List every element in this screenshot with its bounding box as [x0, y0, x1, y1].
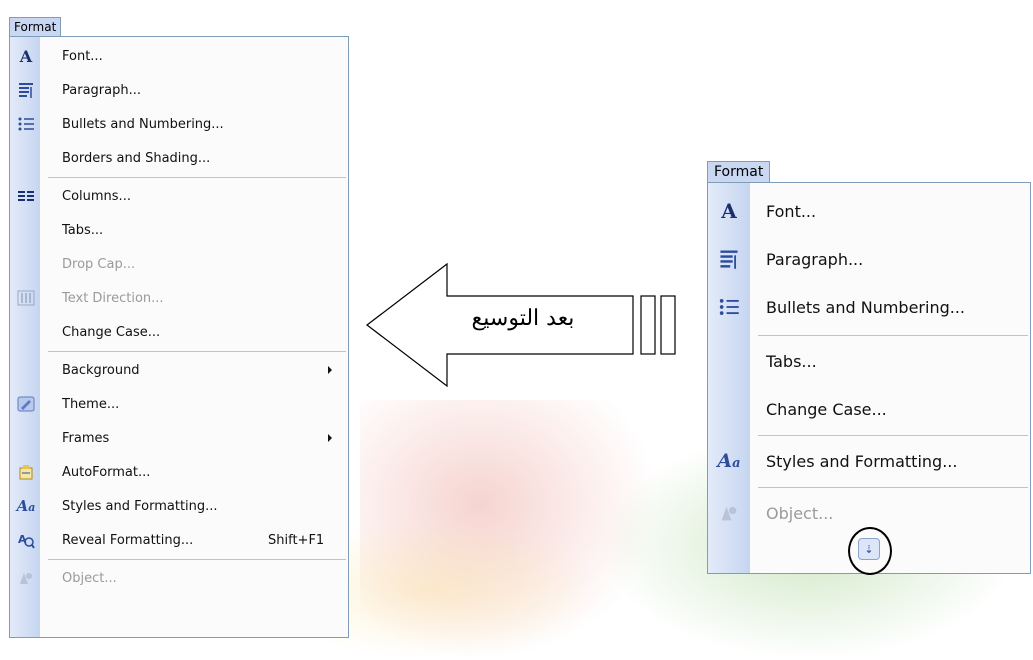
- menu-item-change-case[interactable]: Change Case...: [708, 385, 1030, 433]
- menu-separator: [48, 351, 346, 352]
- menu-item-bullets-numbering[interactable]: Bullets and Numbering...: [10, 107, 348, 141]
- font-icon: A: [19, 46, 33, 66]
- menu-separator: [758, 487, 1028, 488]
- menu-separator: [48, 559, 346, 560]
- background-decoration-red: [360, 400, 660, 660]
- menu-item-drop-cap[interactable]: Drop Cap...: [10, 247, 348, 281]
- menu-item-tabs[interactable]: Tabs...: [708, 337, 1030, 385]
- menu-item-styles-formatting[interactable]: Aa Styles and Formatting...: [10, 489, 348, 523]
- font-icon: A: [721, 199, 737, 223]
- menu-item-font[interactable]: A Font...: [10, 39, 348, 73]
- styles-icon: Aa: [717, 450, 741, 472]
- submenu-arrow-icon: [328, 366, 332, 374]
- after-expansion-label: بعد التوسيع: [471, 306, 575, 331]
- theme-icon: [16, 394, 36, 414]
- autoformat-icon: [16, 462, 36, 482]
- styles-icon: Aa: [16, 497, 36, 515]
- menu-item-paragraph[interactable]: Paragraph...: [708, 235, 1030, 283]
- right-menu-title[interactable]: Format: [707, 161, 771, 182]
- text-direction-icon: [16, 288, 36, 308]
- menu-item-background[interactable]: Background: [10, 353, 348, 387]
- menu-item-bullets-numbering[interactable]: Bullets and Numbering...: [708, 283, 1030, 331]
- menu-item-object[interactable]: Object...: [10, 561, 348, 595]
- menu-item-frames[interactable]: Frames: [10, 421, 348, 455]
- menu-item-tabs[interactable]: Tabs...: [10, 213, 348, 247]
- paragraph-icon: [717, 247, 741, 271]
- submenu-arrow-icon: [328, 434, 332, 442]
- menu-item-styles-formatting[interactable]: Aa Styles and Formatting...: [708, 437, 1030, 485]
- object-icon: [717, 501, 741, 525]
- menu-separator: [758, 335, 1028, 336]
- bullets-icon: [16, 114, 36, 134]
- left-menu-title[interactable]: Format: [9, 17, 62, 36]
- menu-item-reveal-formatting[interactable]: A Reveal Formatting... Shift+F1: [10, 523, 348, 557]
- paragraph-icon: [16, 80, 36, 100]
- object-icon: [16, 568, 36, 588]
- right-format-menu: A Font... Paragraph... Bullets and Numbe…: [707, 182, 1031, 575]
- menu-item-font[interactable]: A Font...: [708, 187, 1030, 235]
- menu-item-autoformat[interactable]: AutoFormat...: [10, 455, 348, 489]
- left-format-menu: A Font... Paragraph... Bullets and Numbe…: [9, 36, 349, 638]
- reveal-formatting-icon: A: [16, 530, 36, 550]
- shortcut-text: Shift+F1: [268, 532, 325, 548]
- menu-item-change-case[interactable]: Change Case...: [10, 315, 348, 349]
- menu-item-theme[interactable]: Theme...: [10, 387, 348, 421]
- menu-separator: [758, 435, 1028, 436]
- highlight-circle: [848, 527, 892, 575]
- menu-item-columns[interactable]: Columns...: [10, 179, 348, 213]
- columns-icon: [16, 186, 36, 206]
- bullets-icon: [717, 295, 741, 319]
- menu-item-borders-shading[interactable]: Borders and Shading...: [10, 141, 348, 175]
- menu-item-paragraph[interactable]: Paragraph...: [10, 73, 348, 107]
- menu-item-text-direction[interactable]: Text Direction...: [10, 281, 348, 315]
- menu-separator: [48, 177, 346, 178]
